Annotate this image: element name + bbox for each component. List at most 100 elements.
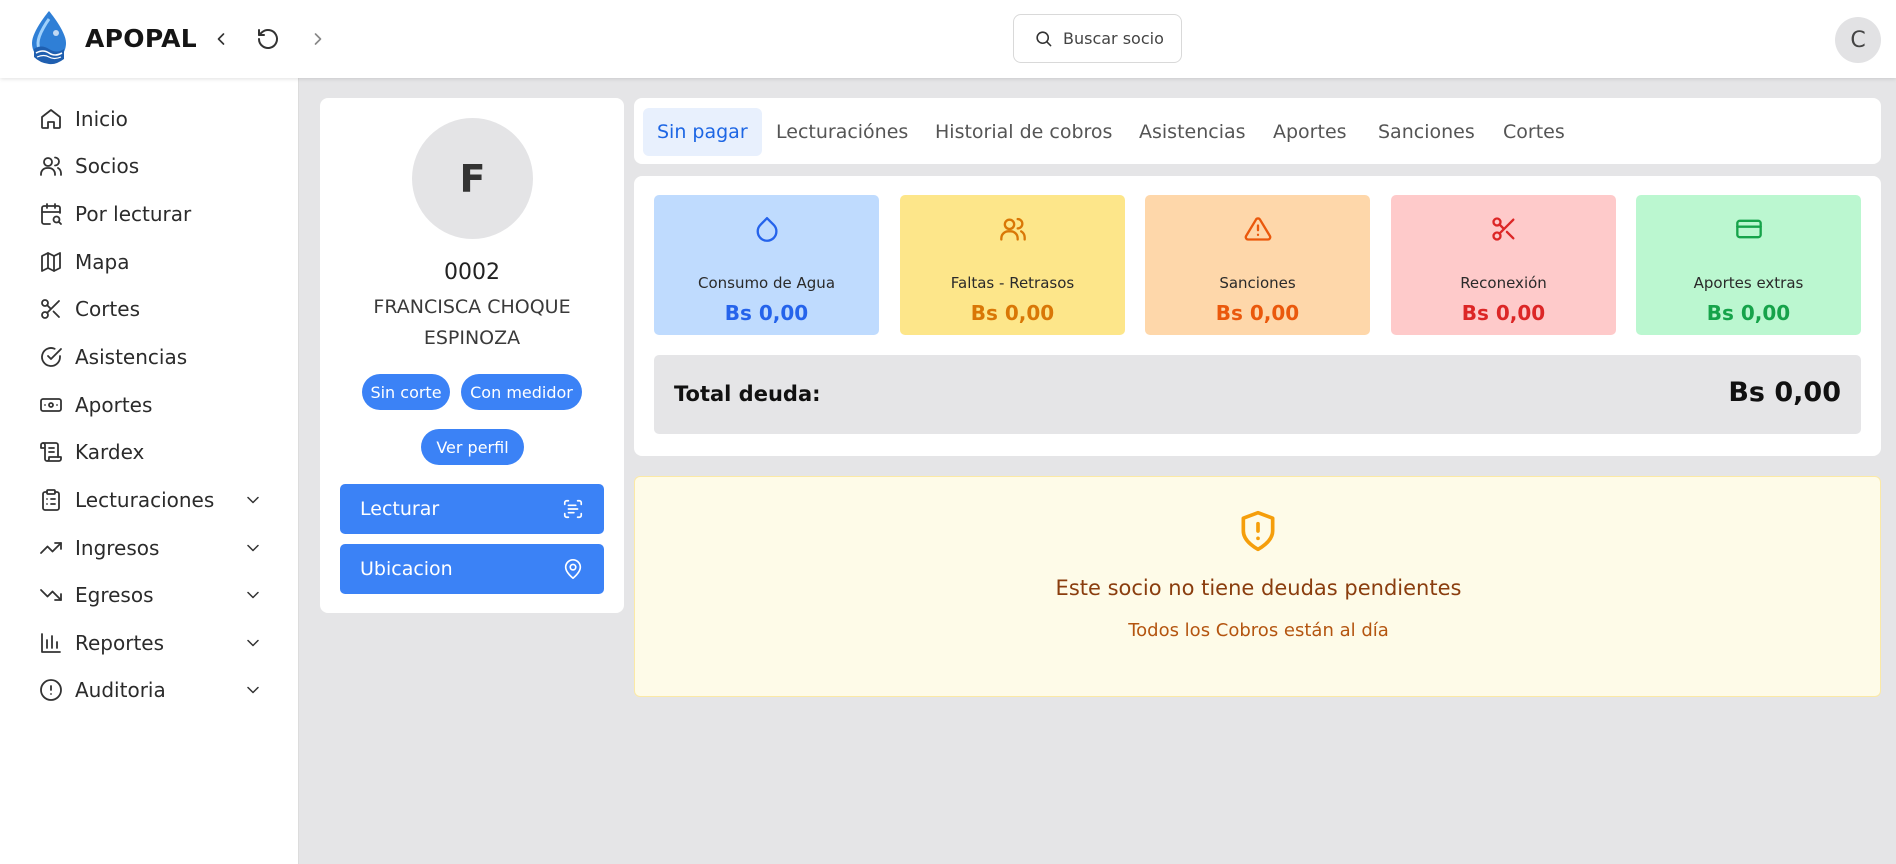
sidebar-item-reportes[interactable]: Reportes bbox=[38, 623, 263, 663]
sidebar: Inicio Socios Por lecturar Mapa Cortes A… bbox=[0, 78, 299, 864]
clipboard-icon bbox=[38, 487, 64, 513]
search-input[interactable] bbox=[1063, 29, 1181, 48]
sidebar-item-asistencias[interactable]: Asistencias bbox=[38, 337, 263, 377]
sidebar-item-egresos[interactable]: Egresos bbox=[38, 575, 263, 615]
rotate-ccw-icon bbox=[258, 29, 278, 49]
member-name: FRANCISCA CHOQUE ESPINOZA bbox=[373, 296, 571, 349]
debt-card-value: Bs 0,00 bbox=[1706, 301, 1791, 325]
view-profile-button[interactable]: Ver perfil bbox=[421, 429, 524, 465]
debt-card-reconexion: Reconexión Bs 0,00 bbox=[1391, 195, 1616, 335]
tab-historial-de-cobros[interactable]: Historial de cobros bbox=[921, 108, 1126, 156]
lecturar-button[interactable]: Lecturar bbox=[340, 484, 604, 534]
app-title: APOPAL bbox=[85, 24, 198, 53]
droplet-icon bbox=[654, 215, 879, 243]
sidebar-item-label: Reportes bbox=[75, 631, 165, 655]
sidebar-item-ingresos[interactable]: Ingresos bbox=[38, 528, 263, 568]
lecturar-label: Lecturar bbox=[360, 498, 440, 520]
debt-card-label: Sanciones bbox=[1219, 274, 1296, 292]
tab-asistencias[interactable]: Asistencias bbox=[1125, 108, 1260, 156]
check-circle-icon bbox=[38, 344, 64, 370]
sidebar-item-cortes[interactable]: Cortes bbox=[38, 289, 263, 329]
scroll-icon bbox=[38, 439, 64, 465]
trending-up-icon bbox=[38, 535, 64, 561]
chevron-down-icon bbox=[247, 639, 259, 647]
sidebar-item-label: Aportes bbox=[75, 393, 153, 417]
member-avatar: F bbox=[412, 118, 533, 239]
sidebar-item-label: Asistencias bbox=[75, 345, 188, 369]
user-avatar[interactable]: C bbox=[1835, 17, 1881, 63]
total-debt-label: Total deuda: bbox=[674, 382, 821, 406]
trending-down-icon bbox=[38, 582, 64, 608]
banknote-icon bbox=[38, 392, 64, 418]
debt-card-value: Bs 0,00 bbox=[970, 301, 1055, 325]
top-bar: APOPAL C bbox=[0, 0, 1896, 78]
calendar-search-icon bbox=[38, 201, 64, 227]
sidebar-item-label: Auditoria bbox=[75, 678, 166, 702]
sidebar-item-por-lecturar[interactable]: Por lecturar bbox=[38, 194, 263, 234]
notice-subtitle: Todos los Cobros están al día bbox=[1128, 620, 1389, 641]
debt-summary-panel: Consumo de Agua Bs 0,00 Faltas - Retraso… bbox=[634, 176, 1881, 456]
chevron-right-icon bbox=[314, 33, 322, 45]
total-debt-row: Total deuda: Bs 0,00 bbox=[654, 355, 1861, 434]
shield-alert-icon bbox=[1236, 507, 1280, 555]
total-debt-value: Bs 0,00 bbox=[1728, 377, 1841, 408]
debt-card-value: Bs 0,00 bbox=[724, 301, 809, 325]
sidebar-item-label: Mapa bbox=[75, 250, 130, 274]
chevron-down-icon bbox=[247, 591, 259, 599]
debt-card-value: Bs 0,00 bbox=[1215, 301, 1300, 325]
status-badge-con-medidor: Con medidor bbox=[461, 374, 582, 410]
chevron-down-icon bbox=[247, 496, 259, 504]
sidebar-item-socios[interactable]: Socios bbox=[38, 146, 263, 186]
home-icon bbox=[38, 106, 64, 132]
scan-text-icon bbox=[563, 499, 583, 519]
warning-triangle-icon bbox=[1145, 215, 1370, 243]
sidebar-item-label: Egresos bbox=[75, 583, 154, 607]
sidebar-item-label: Ingresos bbox=[75, 536, 160, 560]
sidebar-item-lecturaciones[interactable]: Lecturaciones bbox=[38, 480, 263, 520]
status-badge-sin-corte: Sin corte bbox=[362, 374, 450, 410]
forward-button[interactable] bbox=[303, 24, 333, 54]
users-icon bbox=[900, 215, 1125, 243]
no-debt-notice: Este socio no tiene deudas pendientes To… bbox=[634, 476, 1881, 697]
sidebar-item-label: Socios bbox=[75, 154, 140, 178]
chevron-left-icon bbox=[217, 33, 225, 45]
debt-card-aportes-extras: Aportes extras Bs 0,00 bbox=[1636, 195, 1861, 335]
reload-button[interactable] bbox=[253, 24, 283, 54]
back-button[interactable] bbox=[206, 24, 236, 54]
tab-bar: Sin pagar Lecturaciónes Historial de cob… bbox=[634, 98, 1881, 164]
alert-circle-icon bbox=[38, 677, 64, 703]
tab-cortes[interactable]: Cortes bbox=[1489, 108, 1579, 156]
member-code: 0002 bbox=[444, 260, 500, 285]
sidebar-item-aportes[interactable]: Aportes bbox=[38, 385, 263, 425]
tab-lecturaciones[interactable]: Lecturaciónes bbox=[762, 108, 922, 156]
sidebar-item-auditoria[interactable]: Auditoria bbox=[38, 670, 263, 710]
ubicacion-label: Ubicacion bbox=[360, 558, 453, 580]
apopal-logo bbox=[26, 9, 72, 67]
tab-sanciones[interactable]: Sanciones bbox=[1364, 108, 1489, 156]
sidebar-item-inicio[interactable]: Inicio bbox=[38, 99, 263, 139]
sidebar-item-kardex[interactable]: Kardex bbox=[38, 432, 263, 472]
sidebar-item-label: Kardex bbox=[75, 440, 145, 464]
member-search[interactable] bbox=[1013, 14, 1182, 63]
sidebar-item-label: Inicio bbox=[75, 107, 128, 131]
debt-card-value: Bs 0,00 bbox=[1461, 301, 1546, 325]
sidebar-item-mapa[interactable]: Mapa bbox=[38, 242, 263, 282]
debt-card-label: Faltas - Retrasos bbox=[950, 274, 1075, 292]
debt-card-sanciones: Sanciones Bs 0,00 bbox=[1145, 195, 1370, 335]
scissors-icon bbox=[1391, 215, 1616, 243]
sidebar-item-label: Lecturaciones bbox=[75, 488, 215, 512]
map-icon bbox=[38, 249, 64, 275]
scissors-icon bbox=[38, 296, 64, 322]
chevron-down-icon bbox=[247, 544, 259, 552]
bar-chart-icon bbox=[38, 630, 64, 656]
sidebar-item-label: Cortes bbox=[75, 297, 140, 321]
tab-aportes[interactable]: Aportes bbox=[1259, 108, 1361, 156]
ubicacion-button[interactable]: Ubicacion bbox=[340, 544, 604, 594]
tab-sin-pagar[interactable]: Sin pagar bbox=[643, 108, 762, 156]
map-pin-icon bbox=[564, 559, 582, 579]
debt-card-faltas-retrasos: Faltas - Retrasos Bs 0,00 bbox=[900, 195, 1125, 335]
credit-card-icon bbox=[1636, 215, 1861, 243]
chevron-down-icon bbox=[247, 686, 259, 694]
users-icon bbox=[38, 153, 64, 179]
debt-card-label: Reconexión bbox=[1460, 274, 1547, 292]
